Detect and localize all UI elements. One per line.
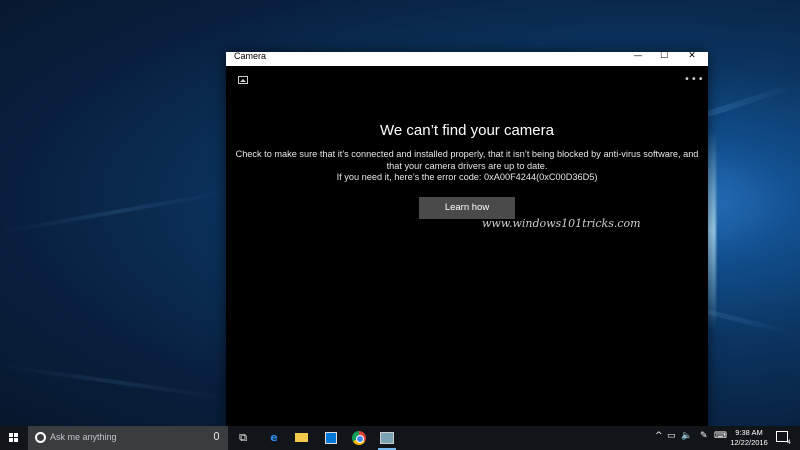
photos-gallery-icon[interactable] bbox=[238, 76, 248, 84]
error-code-line: If you need it, here’s the error code: 0… bbox=[336, 172, 598, 182]
more-options-icon[interactable]: ••• bbox=[684, 74, 705, 85]
pen-icon[interactable]: ✎ bbox=[700, 431, 708, 441]
camera-app-taskbar-icon[interactable] bbox=[377, 429, 397, 450]
close-button[interactable]: ✕ bbox=[682, 52, 702, 66]
taskbar: Ask me anything ⧉ e ^ ▭ 🔈 ✎ ⌨ 9:38 AM 12… bbox=[0, 426, 800, 450]
minimize-button[interactable]: — bbox=[628, 52, 648, 66]
clock-time: 9:38 AM bbox=[735, 428, 763, 437]
wallpaper-light-beam bbox=[0, 364, 230, 400]
camera-window[interactable]: Camera — ☐ ✕ ••• We can’t find your came… bbox=[226, 52, 708, 426]
error-title: We can’t find your camera bbox=[380, 122, 554, 139]
file-explorer-icon[interactable] bbox=[292, 429, 312, 447]
window-title: Camera bbox=[234, 51, 267, 61]
task-view-icon[interactable]: ⧉ bbox=[233, 429, 253, 447]
start-button[interactable] bbox=[0, 426, 28, 450]
desktop: Camera — ☐ ✕ ••• We can’t find your came… bbox=[0, 0, 800, 426]
cortana-icon bbox=[35, 432, 46, 443]
chrome-icon[interactable] bbox=[349, 429, 369, 447]
action-center-icon[interactable]: 4 bbox=[776, 431, 791, 446]
title-bar[interactable]: Camera — ☐ ✕ bbox=[226, 52, 708, 66]
show-hidden-icons-chevron[interactable]: ^ bbox=[655, 431, 663, 441]
notification-count: 4 bbox=[787, 439, 791, 446]
system-clock[interactable]: 9:38 AM 12/22/2016 bbox=[726, 428, 772, 448]
windows-logo-icon bbox=[9, 433, 19, 443]
search-placeholder: Ask me anything bbox=[50, 432, 117, 442]
maximize-button[interactable]: ☐ bbox=[654, 52, 674, 66]
watermark-text: www.windows101tricks.com bbox=[482, 217, 641, 230]
store-icon[interactable] bbox=[321, 429, 341, 447]
search-box[interactable]: Ask me anything bbox=[28, 426, 228, 450]
learn-how-button[interactable]: Learn how bbox=[419, 197, 515, 219]
network-icon[interactable]: ▭ bbox=[667, 431, 676, 441]
error-message: Check to make sure that it’s connected a… bbox=[235, 149, 699, 171]
volume-icon[interactable]: 🔈 bbox=[681, 431, 692, 441]
clock-date: 12/22/2016 bbox=[730, 438, 768, 447]
wallpaper-light-beam bbox=[1, 190, 229, 234]
edge-browser-icon[interactable]: e bbox=[264, 429, 284, 447]
microphone-icon[interactable] bbox=[214, 432, 219, 440]
